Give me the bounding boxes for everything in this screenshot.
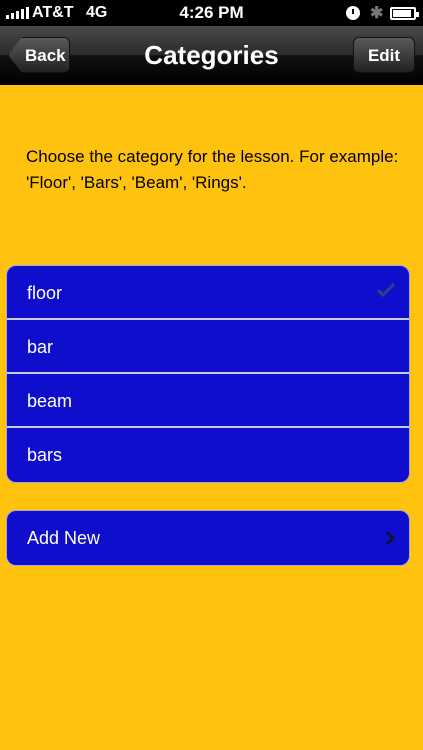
battery-icon — [390, 7, 419, 20]
bluetooth-icon: ✱ — [370, 5, 384, 22]
alarm-icon — [346, 6, 360, 20]
category-label: bar — [27, 337, 54, 357]
add-new-button[interactable]: Add New — [7, 511, 409, 565]
category-label: floor — [27, 283, 63, 303]
edit-button[interactable]: Edit — [353, 37, 415, 73]
category-label: bars — [27, 445, 63, 465]
add-new-group: Add New — [6, 510, 410, 566]
category-row-bar[interactable]: bar — [7, 320, 409, 374]
add-new-label: Add New — [27, 528, 101, 548]
chevron-right-icon — [385, 530, 395, 546]
category-label: beam — [27, 391, 73, 411]
category-row-floor[interactable]: floor — [7, 266, 409, 320]
navigation-bar: Back Categories Edit — [0, 26, 423, 85]
category-row-beam[interactable]: beam — [7, 374, 409, 428]
checkmark-icon — [377, 283, 395, 297]
status-bar: AT&T 4G 4:26 PM ✱ — [0, 0, 423, 26]
category-row-bars[interactable]: bars — [7, 428, 409, 482]
category-list: floor bar beam bars — [6, 265, 410, 483]
instruction-text: Choose the category for the lesson. For … — [26, 147, 399, 192]
